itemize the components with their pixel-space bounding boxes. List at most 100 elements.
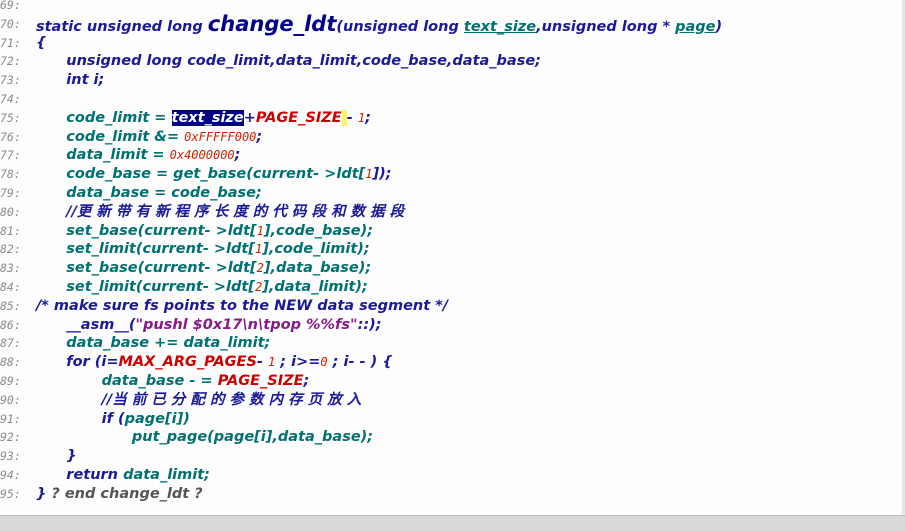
code-token: ; [365,109,371,126]
code-line[interactable]: 86: __asm__("pushl $0x17\n\tpop %%fs"::)… [0,316,905,335]
code-token: - [256,354,268,371]
line-number: 70: [0,16,21,31]
code-text: //更 新 带 有 新 程 序 长 度 的 代 码 段 和 数 据 段 [36,203,404,222]
code-token: for (i= [36,354,119,371]
code-token: } [36,448,77,465]
code-token: return [36,467,124,483]
code-token: { [36,34,47,51]
code-token: data_limit; [123,467,210,483]
code-text: code_limit &= 0xFFFFF000; [36,128,262,147]
code-line[interactable]: 87: data_base += data_limit; [0,334,905,353]
code-token: if ( [36,410,125,427]
code-token: ; [234,147,241,164]
code-token: 1 [357,110,366,125]
code-text: data_base - = PAGE_SIZE; [36,372,310,391]
code-line[interactable]: 78: code_base = get_base(current- >ldt[1… [0,165,905,184]
line-number: 78: [0,167,21,182]
code-line[interactable]: 71: { [0,34,905,53]
code-token: code_limit,data_limit,code_base,data_bas… [187,53,541,70]
code-token: + [243,109,256,126]
code-token: /* make sure fs points to the NEW data s… [36,297,449,314]
code-text: } [36,447,77,466]
line-number: 74: [0,92,21,106]
code-line[interactable]: 88: for (i=MAX_ARG_PAGES- 1 ; i>=0 ; i- … [0,353,905,372]
code-line[interactable]: 92: put_page(page[i],data_base); [0,428,905,447]
code-token: ],code_base); [263,222,374,239]
code-text: if (page[i]) [36,410,190,429]
code-token: int i; [36,72,105,89]
line-number: 77: [0,148,21,163]
code-line[interactable]: 72: unsigned long code_limit,data_limit,… [0,52,905,71]
code-text: unsigned long code_limit,data_limit,code… [36,52,541,71]
code-token: PAGE_SIZE [217,373,304,389]
code-token: change_ldt [207,11,337,36]
code-token: ],data_limit); [262,279,368,295]
code-line[interactable]: 75: code_limit = text_size+PAGE_SIZE - 1… [0,109,905,128]
line-number: 91: [0,411,21,426]
code-token: page[i]) [124,410,190,427]
code-text: //当 前 已 分 配 的 参 数 内 存 页 放 入 [36,391,362,410]
code-line[interactable]: 82: set_limit(current- >ldt[1],code_limi… [0,240,905,259]
code-token: data_base = code_base; [36,185,262,201]
code-token: ],data_base); [263,260,372,277]
line-number: 69: [0,0,21,12]
code-text: return data_limit; [36,466,210,485]
selected-text: text_size [171,109,244,126]
code-line[interactable]: 74: [0,90,905,109]
code-token: } [36,485,52,502]
line-number: 89: [0,374,21,388]
code-line[interactable]: 94: return data_limit; [0,466,905,485]
code-token: code_limit = [36,109,172,126]
code-text: code_limit = text_size+PAGE_SIZE - 1; [36,109,371,128]
code-line[interactable]: 70: static unsigned long change_ldt(unsig… [0,11,905,36]
code-line[interactable]: 76: code_limit &= 0xFFFFF000; [0,128,905,147]
code-line[interactable]: 89: data_base - = PAGE_SIZE; [0,372,905,391]
code-token: 1 [256,223,264,238]
line-number: 92: [0,430,21,445]
code-line[interactable]: 69: [0,0,905,15]
code-line[interactable]: 81: set_base(current- >ldt[1],code_base)… [0,222,905,241]
line-number: 80: [0,204,21,219]
line-number: 86: [0,317,21,332]
line-number: 72: [0,54,21,69]
code-text: set_limit(current- >ldt[1],code_limit); [36,240,369,259]
code-line[interactable]: 85: /* make sure fs points to the NEW dat… [0,297,905,316]
code-line[interactable]: 77: data_limit = 0x4000000; [0,146,905,165]
code-token: text_size [463,18,537,35]
code-line[interactable]: 91: if (page[i]) [0,410,905,429]
line-number: 87: [0,336,21,351]
line-number: 94: [0,468,21,482]
code-token: ; [256,128,263,145]
code-token: ]); [372,166,392,183]
code-text: code_base = get_base(current- >ldt[1]); [36,165,392,184]
line-number: 93: [0,449,21,464]
line-number: 90: [0,392,21,407]
code-line[interactable]: 73: int i; [0,71,905,90]
code-line[interactable]: 79: data_base = code_base; [0,184,905,203]
code-token: __asm__( [36,316,136,333]
code-token: set_base(current- >ldt[ [36,222,257,239]
line-number: 71: [0,35,21,50]
code-token: data_base - = [36,373,218,389]
code-text: data_base += data_limit; [36,334,270,353]
code-line[interactable]: 93: } [0,447,905,466]
line-number: 82: [0,242,21,257]
code-token: static unsigned long [36,18,208,35]
code-token: ,unsigned long * [536,18,676,35]
line-number: 79: [0,186,21,200]
code-token: data_base += data_limit; [36,335,271,352]
code-token: "pushl $0x17\n\tpop %%fs" [135,316,358,333]
code-token: set_limit(current- >ldt[ [36,279,255,295]
code-line[interactable]: 83: set_base(current- >ldt[2],data_base)… [0,259,905,278]
code-line[interactable]: 80: //更 新 带 有 新 程 序 长 度 的 代 码 段 和 数 据 段 [0,203,905,222]
code-token: ::); [357,316,382,333]
code-editor[interactable]: 69: 70: static unsigned long change_ldt(un… [0,0,905,515]
code-token: page [675,18,716,35]
code-token: 0xFFFFF000 [184,129,257,144]
code-line[interactable]: 84: set_limit(current- >ldt[2],data_limi… [0,278,905,297]
code-token: set_limit(current- >ldt[ [36,241,255,258]
code-token: //更 新 带 有 新 程 序 长 度 的 代 码 段 和 数 据 段 [36,203,405,220]
line-number: 73: [0,73,21,88]
code-line[interactable]: 95:} ? end change_ldt ? [0,485,905,504]
code-line[interactable]: 90: //当 前 已 分 配 的 参 数 内 存 页 放 入 [0,391,905,410]
